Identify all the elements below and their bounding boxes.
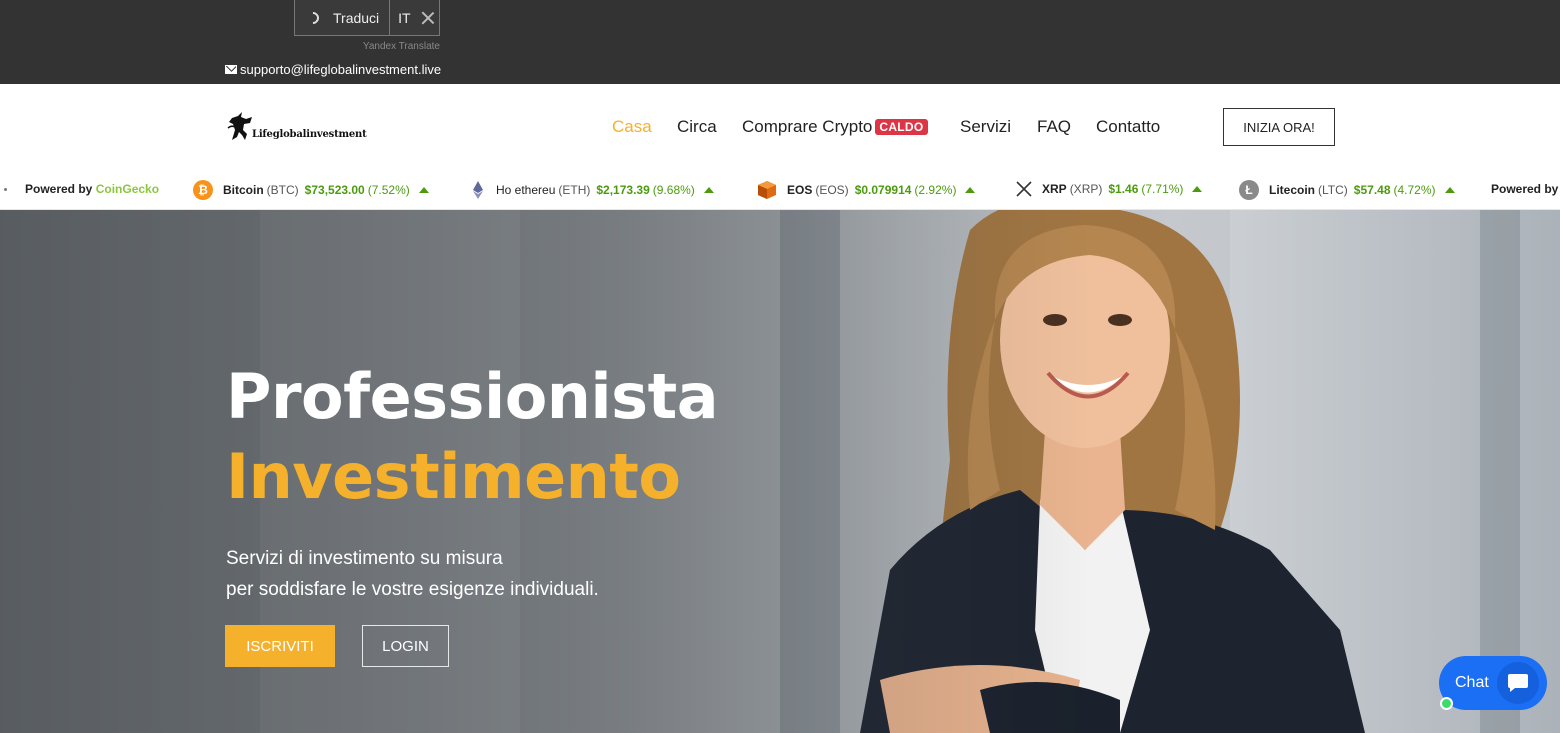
coin-name: EOS	[787, 183, 813, 197]
ticker-item-eos[interactable]: EOS (EOS) $0.079914 (2.92%)	[757, 180, 976, 200]
hero-subtitle: Servizi di investimento su misura per so…	[226, 543, 599, 605]
coin-name: Ho ethereu	[496, 183, 556, 197]
coin-symbol: (LTC)	[1318, 183, 1348, 197]
coin-symbol: (XRP)	[1069, 182, 1103, 196]
coin-price: $73,523.00	[304, 183, 365, 197]
chat-widget-button[interactable]: Chat	[1439, 656, 1547, 710]
brand-name: Lifeglobalinvestment	[252, 129, 367, 140]
coin-name: Bitcoin	[223, 183, 264, 197]
coin-name: XRP	[1042, 182, 1067, 196]
signup-button[interactable]: ISCRIVITI	[225, 625, 335, 667]
up-arrow-icon	[703, 187, 714, 193]
coin-price: $57.48	[1353, 183, 1391, 197]
powered-by-trailing[interactable]: Powered by	[1491, 182, 1558, 196]
translate-provider: Yandex Translate	[362, 41, 440, 52]
nav-item-casa[interactable]: Casa	[612, 117, 652, 137]
top-bar: Traduci IT Yandex Translate supporto@lif…	[0, 0, 1560, 84]
loading-spinner-icon	[304, 9, 322, 26]
ethereum-icon	[473, 181, 483, 199]
nav-item-label: Comprare Crypto	[742, 117, 873, 136]
envelope-icon	[225, 65, 237, 74]
nav-item-circa[interactable]: Circa	[677, 117, 717, 137]
hot-badge: CALDO	[875, 119, 928, 135]
coin-change: (4.72%)	[1393, 183, 1436, 197]
up-arrow-icon	[418, 187, 429, 193]
divider	[389, 0, 391, 36]
crypto-ticker: Powered by CoinGecko ₿ Bitcoin (BTC) $73…	[0, 170, 1560, 210]
ticker-item-eth[interactable]: Ho ethereu (ETH) $2,173.39 (9.68%)	[468, 180, 714, 200]
coin-name: Litecoin	[1269, 183, 1316, 197]
language-selector[interactable]: IT	[398, 10, 410, 26]
coin-change: (2.92%)	[914, 183, 957, 197]
coin-symbol: (EOS)	[815, 183, 849, 197]
hero-title-line1: Professionista	[226, 360, 719, 433]
close-icon[interactable]	[421, 11, 435, 25]
coin-price: $1.46	[1108, 182, 1139, 196]
chat-bubble-icon	[1497, 662, 1539, 704]
hero-subtitle-line1: Servizi di investimento su misura	[226, 548, 503, 569]
login-button[interactable]: LOGIN	[362, 625, 449, 667]
support-email-link[interactable]: supporto@lifeglobalinvestment.live	[225, 62, 441, 77]
coin-change: (9.68%)	[652, 183, 695, 197]
hero-title-line2: Investimento	[226, 440, 681, 513]
coin-change: (7.71%)	[1141, 182, 1184, 196]
start-now-button[interactable]: INIZIA ORA!	[1223, 108, 1335, 146]
powered-by-label: Powered by	[25, 182, 93, 196]
coin-change: (7.52%)	[367, 183, 410, 197]
nav-item-comprare-crypto[interactable]: Comprare Crypto CALDO	[742, 117, 928, 137]
nav-item-servizi[interactable]: Servizi	[960, 117, 1011, 137]
translate-button[interactable]: Traduci	[333, 10, 379, 26]
nav-item-contatto[interactable]: Contatto	[1096, 117, 1160, 137]
xrp-icon	[1016, 181, 1032, 197]
eos-icon	[758, 181, 776, 199]
powered-by-label: Powered by	[1491, 182, 1559, 196]
ticker-item-btc[interactable]: ₿ Bitcoin (BTC) $73,523.00 (7.52%)	[193, 180, 429, 200]
up-arrow-icon	[965, 187, 976, 193]
coin-price: $2,173.39	[596, 183, 650, 197]
powered-by-coingecko[interactable]: Powered by CoinGecko	[25, 182, 159, 196]
hero-section: Professionista Investimento Servizi di i…	[0, 210, 1560, 733]
ticker-item-xrp[interactable]: XRP (XRP) $1.46 (7.71%)	[1015, 180, 1203, 198]
support-email: supporto@lifeglobalinvestment.live	[240, 62, 442, 77]
coin-price: $0.079914	[854, 183, 912, 197]
litecoin-icon: Ł	[1239, 180, 1259, 200]
bitcoin-icon: ₿	[193, 180, 213, 200]
online-status-indicator	[1440, 697, 1453, 710]
ticker-item-ltc[interactable]: Ł Litecoin (LTC) $57.48 (4.72%)	[1239, 180, 1455, 200]
site-logo[interactable]: Lifeglobalinvestment	[226, 110, 367, 144]
up-arrow-icon	[1444, 187, 1455, 193]
coin-symbol: (BTC)	[266, 183, 299, 197]
up-arrow-icon	[1192, 186, 1203, 192]
ticker-dot	[4, 188, 7, 191]
translate-widget[interactable]: Traduci IT	[294, 0, 440, 36]
hero-subtitle-line2: per soddisfare le vostre esigenze indivi…	[226, 579, 599, 600]
chat-label: Chat	[1455, 674, 1489, 691]
coingecko-link: CoinGecko	[95, 182, 160, 196]
coin-symbol: (ETH)	[558, 183, 591, 197]
nav-item-faq[interactable]: FAQ	[1037, 117, 1071, 137]
